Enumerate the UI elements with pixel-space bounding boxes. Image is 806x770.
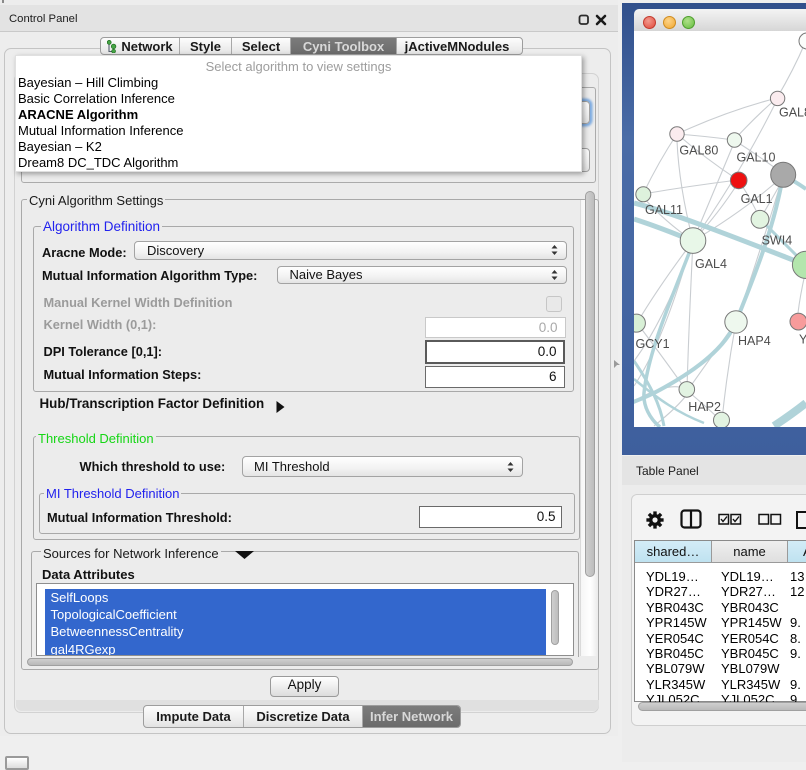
svg-text:YEL: YEL	[799, 332, 806, 346]
svg-text:GAL4: GAL4	[695, 257, 727, 271]
svg-text:GAL1: GAL1	[741, 192, 773, 206]
svg-text:SWI4: SWI4	[762, 233, 793, 247]
svg-text:GAL10: GAL10	[737, 151, 776, 165]
svg-text:GAL11: GAL11	[645, 203, 683, 217]
svg-text:HAP2: HAP2	[688, 400, 721, 414]
svg-text:GCY1: GCY1	[636, 337, 670, 351]
svg-text:GAL80: GAL80	[779, 105, 806, 119]
svg-text:GAL80: GAL80	[679, 144, 718, 158]
svg-text:HAP4: HAP4	[738, 334, 771, 348]
